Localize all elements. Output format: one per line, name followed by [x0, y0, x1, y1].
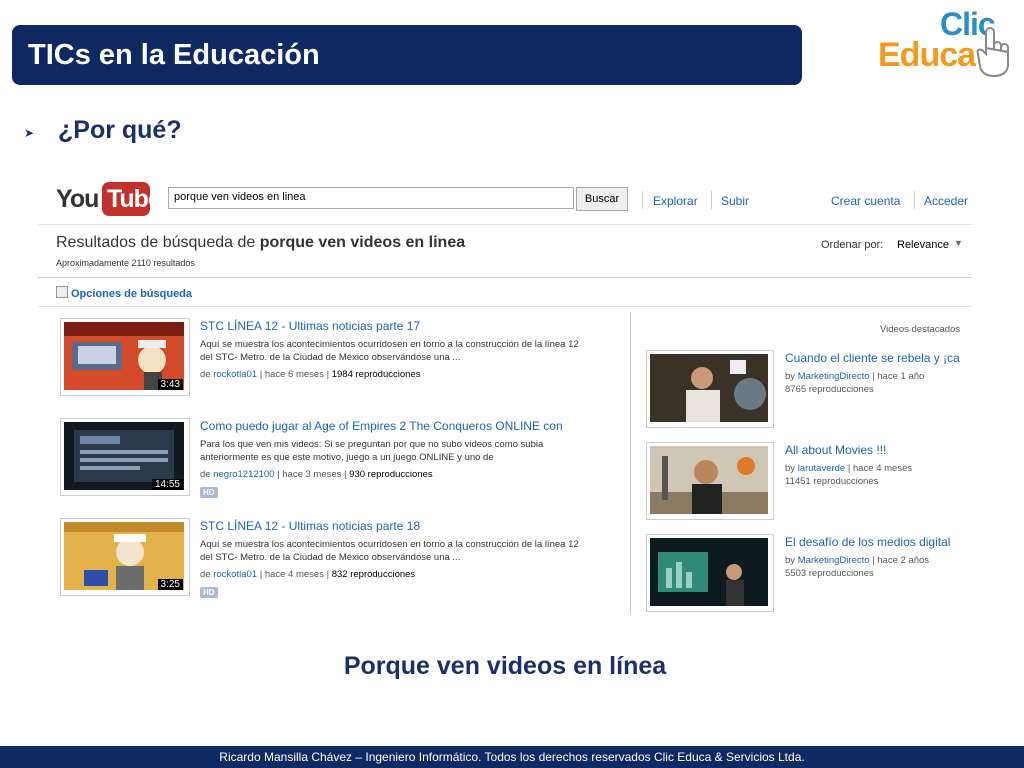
divider	[38, 277, 972, 278]
pointing-hand-icon	[976, 27, 1009, 78]
results-count: Aproximadamente 2110 resultados	[56, 258, 195, 268]
result-item: 3:25 STC LÍNEA 12 - Ultimas noticias par…	[60, 518, 620, 608]
nav-divider	[914, 191, 915, 209]
results-heading: Resultados de búsqueda de porque ven vid…	[56, 234, 465, 252]
result-title[interactable]: STC LÍNEA 12 - Ultimas noticias parte 18	[200, 519, 580, 533]
search-button[interactable]: Buscar	[576, 187, 628, 211]
nav-divider	[711, 191, 712, 209]
youtube-logo-you: You	[56, 185, 99, 213]
video-thumbnail[interactable]	[646, 442, 774, 520]
video-thumbnail[interactable]: 14:55	[60, 418, 190, 496]
result-user[interactable]: negro1212100	[213, 469, 274, 480]
divider	[38, 306, 972, 307]
thumbnail-image	[650, 446, 768, 514]
featured-meta: by MarketingDirecto | hace 2 años 5503 re…	[785, 555, 930, 579]
nav-upload[interactable]: Subir	[721, 194, 749, 208]
youtube-logo[interactable]: You Tube	[56, 180, 162, 220]
nav-sign-in[interactable]: Acceder	[924, 194, 968, 208]
result-title[interactable]: STC LÍNEA 12 - Ultimas noticias parte 17	[200, 319, 580, 333]
footer-text: Ricardo Mansilla Chávez – Ingeniero Info…	[219, 750, 805, 764]
search-options-toggle[interactable]: Opciones de búsqueda	[56, 286, 192, 300]
featured-age: hace 1 año	[877, 371, 925, 382]
clic-educa-logo: Clic Educa	[876, 6, 1014, 82]
youtube-logo-tube-box: Tube	[102, 182, 162, 216]
featured-meta: by larutaverde | hace 4 meses 11451 repro…	[785, 463, 913, 487]
featured-user[interactable]: MarketingDirecto	[798, 371, 870, 382]
result-user[interactable]: rockotla01	[213, 569, 257, 580]
result-views: 1984 reproducciones	[331, 369, 421, 380]
youtube-screenshot: You Tube porque ven videos en linea Busc…	[38, 172, 972, 622]
hd-badge: HD	[200, 487, 218, 498]
featured-age: hace 4 meses	[852, 463, 913, 474]
featured-label: Videos destacados	[880, 324, 961, 335]
header-divider	[38, 224, 972, 225]
result-description: Aquí se muestra los acontecimientos ocur…	[200, 339, 579, 363]
search-options-label: Opciones de búsqueda	[71, 288, 193, 300]
featured-title[interactable]: El desafío de los medios digital	[785, 535, 967, 549]
result-views: 832 reproducciones	[331, 569, 416, 580]
video-thumbnail[interactable]: 3:43	[60, 318, 190, 396]
featured-user[interactable]: larutaverde	[798, 463, 846, 474]
video-duration: 14:55	[151, 479, 183, 490]
video-thumbnail[interactable]	[646, 350, 774, 428]
result-description: Aquí se muestra los acontecimientos ocur…	[200, 539, 579, 563]
featured-by: by	[785, 463, 796, 474]
result-views: 930 reproducciones	[349, 469, 433, 480]
nav-explore[interactable]: Explorar	[653, 194, 698, 208]
bullet-text: ¿Por qué?	[58, 116, 182, 144]
result-meta: de negro1212100 | hace 3 meses | 930 rep…	[200, 469, 433, 480]
result-age: hace 6 meses	[264, 369, 324, 380]
thumbnail-image	[650, 538, 768, 606]
featured-title[interactable]: All about Movies !!!	[785, 443, 967, 457]
result-meta: de rockotla01 | hace 4 meses | 832 repro…	[200, 569, 416, 580]
results-query: porque ven videos en linea	[259, 234, 466, 251]
slide-caption: Porque ven videos en línea	[343, 652, 667, 680]
featured-title[interactable]: Cuando el cliente se rebela y ¡ca	[785, 351, 967, 365]
video-duration: 3:25	[157, 579, 183, 590]
order-select[interactable]: Relevance	[897, 239, 949, 251]
featured-by: by	[785, 371, 796, 382]
featured-views: 5503 reproducciones	[785, 568, 874, 579]
result-item: 14:55 Como puedo jugar al Age of Empires…	[60, 418, 620, 508]
featured-user[interactable]: MarketingDirecto	[798, 555, 870, 566]
result-item: 3:43 STC LÍNEA 12 - Ultimas noticias par…	[60, 318, 620, 408]
result-description: Para los que ven mis videos: Si se pregu…	[200, 439, 544, 463]
nav-divider	[642, 191, 643, 209]
arrow-bullet-icon: ➤	[24, 126, 35, 140]
result-meta: de rockotla01 | hace 6 meses | 1984 repr…	[200, 369, 421, 380]
result-title[interactable]: Como puedo jugar al Age of Empires 2 The…	[200, 419, 580, 433]
results-prefix: Resultados de búsqueda de	[56, 234, 260, 251]
hd-badge: HD	[200, 587, 218, 598]
video-thumbnail[interactable]: 3:25	[60, 518, 190, 596]
featured-item: Cuando el cliente se rebela y ¡ca by Mar…	[646, 350, 972, 430]
featured-age: hace 2 años	[877, 555, 930, 566]
featured-meta: by MarketingDirecto | hace 1 año 8765 rep…	[785, 371, 925, 395]
featured-item: All about Movies !!! by larutaverde | ha…	[646, 442, 972, 522]
search-input[interactable]: porque ven videos en linea	[168, 187, 574, 209]
featured-by: by	[785, 555, 796, 566]
youtube-logo-tube: Tube	[107, 185, 162, 213]
column-divider	[630, 312, 631, 614]
video-duration: 3:43	[157, 379, 183, 390]
caret-down-icon[interactable]: ▼	[954, 238, 963, 248]
featured-views: 11451 reproducciones	[785, 476, 879, 487]
result-age: hace 3 meses	[282, 469, 342, 480]
logo-text-educa: Educa	[878, 36, 976, 74]
order-label: Ordenar por:	[821, 239, 884, 251]
nav-create-account[interactable]: Crear cuenta	[831, 194, 900, 208]
featured-views: 8765 reproducciones	[785, 384, 874, 395]
expand-icon	[56, 286, 68, 298]
title-bar: TICs en la Educación	[12, 25, 802, 85]
thumbnail-image	[650, 354, 768, 422]
video-thumbnail[interactable]	[646, 534, 774, 612]
result-age: hace 4 meses	[264, 569, 324, 580]
result-user[interactable]: rockotla01	[213, 369, 257, 380]
slide-title: TICs en la Educación	[28, 39, 320, 71]
footer-bar: Ricardo Mansilla Chávez – Ingeniero Info…	[0, 746, 1024, 768]
featured-item: El desafío de los medios digital by Mark…	[646, 534, 972, 614]
